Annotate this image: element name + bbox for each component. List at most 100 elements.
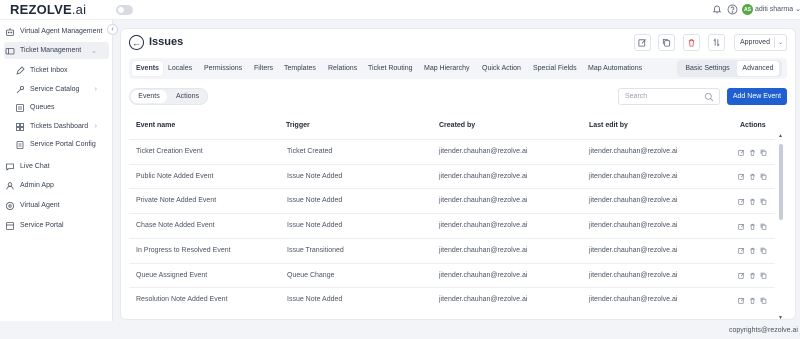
- tab-quick-action[interactable]: Quick Action: [478, 61, 525, 76]
- trash-icon[interactable]: [748, 173, 756, 181]
- theme-toggle[interactable]: [116, 5, 133, 15]
- row-actions: [737, 222, 767, 230]
- events-option[interactable]: Events: [131, 90, 167, 103]
- app-logo[interactable]: REZOLVE.ai: [10, 2, 86, 17]
- copy-icon[interactable]: [759, 173, 767, 181]
- edit-icon[interactable]: [737, 197, 745, 205]
- sidebar-item-service-catalog[interactable]: Service Catalog ›: [14, 81, 109, 98]
- tab-special-fields[interactable]: Special Fields: [529, 61, 581, 76]
- add-new-event-button[interactable]: Add New Event: [727, 88, 787, 105]
- tab-ticket-routing[interactable]: Ticket Routing: [364, 61, 416, 76]
- table-row[interactable]: Chase Note Added Event Issue Note Added ji…: [129, 213, 775, 238]
- sidebar-item-service-portal-config[interactable]: Service Portal Config: [14, 136, 109, 153]
- table-row[interactable]: Ticket Creation Event Ticket Created jiten…: [129, 139, 775, 164]
- scroll-thumb[interactable]: [779, 144, 783, 220]
- event-name-cell: Private Note Added Event: [136, 197, 217, 205]
- copy-icon[interactable]: [759, 296, 767, 304]
- avatar[interactable]: AS: [742, 4, 753, 15]
- column-header-last-edit-by[interactable]: Last edit by: [589, 122, 628, 129]
- column-header-event-name[interactable]: Event name: [136, 122, 175, 129]
- events-actions-toggle: Events Actions: [129, 88, 208, 105]
- copy-icon[interactable]: [759, 272, 767, 280]
- copy-icon[interactable]: [759, 222, 767, 230]
- tab-map-hierarchy[interactable]: Map Hierarchy: [420, 61, 474, 76]
- edit-button[interactable]: [634, 34, 651, 51]
- scroll-up-icon[interactable]: ▲: [778, 133, 783, 139]
- sidebar-collapse-button[interactable]: ‹: [107, 24, 118, 35]
- tab-relations[interactable]: Relations: [324, 61, 361, 76]
- table-row[interactable]: Queue Assigned Event Queue Change jitender…: [129, 262, 775, 288]
- sidebar-item-live-chat[interactable]: Live Chat: [4, 158, 109, 175]
- last-edit-by-cell: jitender.chauhan@rezolve.ai: [589, 148, 678, 155]
- sidebar-item-ticket-inbox[interactable]: Ticket Inbox: [14, 62, 109, 79]
- sidebar-item-ticket-management[interactable]: Ticket Management ⌄: [4, 42, 109, 59]
- tab-events[interactable]: Events: [132, 61, 163, 76]
- table-row[interactable]: In Progress to Resolved Event Issue Trans…: [129, 237, 775, 263]
- edit-icon[interactable]: [737, 296, 745, 304]
- tab-map-automations[interactable]: Map Automations: [584, 61, 646, 76]
- delete-button[interactable]: [683, 34, 700, 51]
- advanced-option[interactable]: Advanced: [737, 61, 779, 76]
- edit-icon[interactable]: [737, 247, 745, 255]
- sidebar-item-tickets-dashboard[interactable]: Tickets Dashboard ›: [14, 118, 109, 135]
- sort-button[interactable]: [708, 34, 725, 51]
- page-title: Issues: [149, 36, 184, 48]
- swap-vertical-icon: [713, 38, 720, 47]
- actions-option[interactable]: Actions: [169, 90, 206, 103]
- tab-locales[interactable]: Locales: [164, 61, 196, 76]
- copy-icon[interactable]: [759, 247, 767, 255]
- last-edit-by-cell: jitender.chauhan@rezolve.ai: [589, 197, 678, 205]
- trigger-cell: Issue Note Added: [287, 172, 343, 180]
- trash-icon[interactable]: [748, 272, 756, 280]
- column-header-trigger[interactable]: Trigger: [286, 122, 310, 129]
- event-name-cell: Ticket Creation Event: [136, 148, 203, 155]
- tab-permissions[interactable]: Permissions: [200, 61, 246, 76]
- search-field: [618, 88, 720, 105]
- sidebar-item-queues[interactable]: Queues: [14, 99, 109, 116]
- agent-icon: [4, 200, 16, 212]
- tab-filters[interactable]: Filters: [250, 61, 277, 76]
- tab-templates[interactable]: Templates: [280, 61, 320, 76]
- sidebar-item-service-portal[interactable]: Service Portal: [4, 217, 109, 234]
- copy-icon[interactable]: [759, 148, 767, 156]
- trash-icon[interactable]: [748, 296, 756, 304]
- created-by-cell: jitender.chauhan@rezolve.ai: [439, 271, 528, 279]
- tool-icon: [14, 84, 26, 96]
- column-header-actions: Actions: [740, 122, 766, 129]
- back-button[interactable]: ←: [129, 35, 144, 50]
- edit-icon[interactable]: [737, 173, 745, 181]
- trigger-cell: Ticket Created: [287, 148, 333, 155]
- sidebar-item-virtual-agent[interactable]: Virtual Agent: [4, 197, 109, 214]
- table-scrollbar[interactable]: ▲ ▼: [778, 133, 783, 321]
- column-header-created-by[interactable]: Created by: [439, 122, 475, 129]
- help-icon[interactable]: [726, 3, 738, 15]
- edit-icon[interactable]: [737, 148, 745, 156]
- bell-icon[interactable]: [711, 3, 723, 15]
- trash-icon[interactable]: [748, 247, 756, 255]
- sidebar-item-admin-app[interactable]: Admin App: [4, 177, 109, 194]
- copy-button[interactable]: [658, 34, 675, 51]
- issues-panel: ← Issues Approved ⌄ Events Locales Permi…: [120, 28, 796, 321]
- table-row[interactable]: Private Note Added Event Issue Note Added…: [129, 188, 775, 213]
- sidebar-item-virtual-agent-management[interactable]: Virtual Agent Management: [4, 23, 109, 40]
- copyright-text: copyrights@rezolve.ai: [729, 327, 798, 334]
- scroll-down-icon[interactable]: ▼: [778, 315, 783, 321]
- pencil-icon: [14, 65, 26, 77]
- trash-icon[interactable]: [748, 197, 756, 205]
- status-dropdown[interactable]: Approved ⌄: [734, 34, 787, 51]
- edit-icon[interactable]: [737, 222, 745, 230]
- edit-icon[interactable]: [737, 272, 745, 280]
- trash-icon[interactable]: [748, 222, 756, 230]
- row-actions: [737, 173, 767, 181]
- chevron-down-icon: ⌄: [795, 6, 800, 13]
- trash-icon[interactable]: [748, 148, 756, 156]
- table-row[interactable]: Resolution Note Added Event Issue Note Ad…: [129, 287, 775, 312]
- chevron-right-icon: ›: [94, 123, 97, 130]
- event-name-cell: Chase Note Added Event: [136, 222, 215, 230]
- basic-settings-option[interactable]: Basic Settings: [680, 61, 735, 76]
- user-menu[interactable]: aditi sharma ⌄: [755, 5, 800, 13]
- last-edit-by-cell: jitender.chauhan@rezolve.ai: [589, 296, 678, 304]
- created-by-cell: jitender.chauhan@rezolve.ai: [439, 148, 528, 155]
- copy-icon[interactable]: [759, 197, 767, 205]
- table-row[interactable]: Public Note Added Event Issue Note Added j…: [129, 163, 775, 189]
